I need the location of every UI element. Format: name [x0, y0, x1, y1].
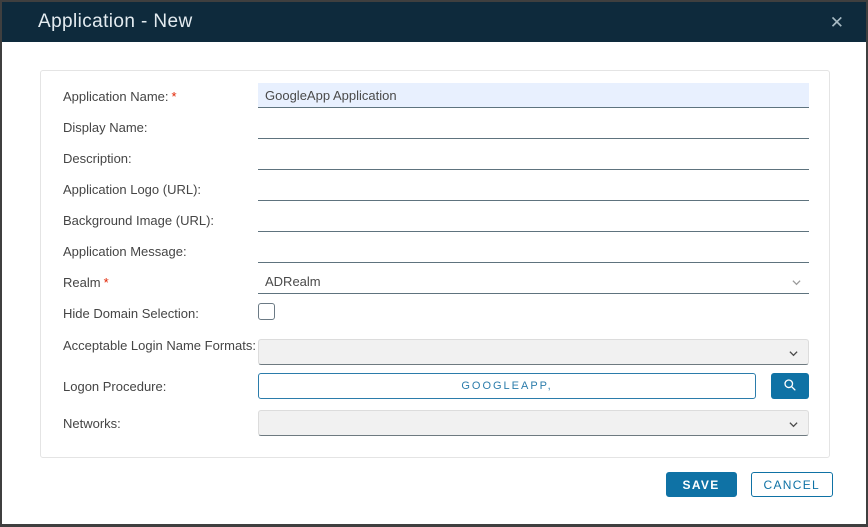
form-row-realm: Realm* ADRealm	[63, 269, 809, 294]
chevron-down-icon	[792, 278, 801, 287]
form-row-application-logo: Application Logo (URL):	[63, 176, 809, 201]
cancel-button[interactable]: CANCEL	[751, 472, 833, 497]
form-row-hide-domain: Hide Domain Selection:	[63, 300, 809, 325]
required-marker: *	[172, 89, 177, 104]
application-new-dialog: Application - New ✕ Application Name:* D…	[0, 0, 868, 527]
networks-select[interactable]	[258, 410, 809, 436]
close-icon[interactable]: ✕	[830, 14, 844, 31]
login-formats-select[interactable]	[258, 339, 809, 365]
search-icon	[783, 378, 797, 395]
dialog-body: Application Name:* Display Name: Descrip…	[2, 42, 866, 452]
realm-select[interactable]: ADRealm	[258, 269, 809, 294]
description-label: Description:	[63, 145, 258, 167]
display-name-label: Display Name:	[63, 114, 258, 136]
chevron-down-icon	[789, 420, 798, 429]
description-input[interactable]	[258, 145, 809, 170]
application-name-label: Application Name:*	[63, 83, 258, 105]
form-row-login-formats: Acceptable Login Name Formats:	[63, 336, 809, 365]
form-row-application-name: Application Name:*	[63, 83, 809, 108]
networks-label: Networks:	[63, 410, 258, 432]
form-row-application-message: Application Message:	[63, 238, 809, 263]
realm-selected-value: ADRealm	[265, 274, 321, 289]
form-row-display-name: Display Name:	[63, 114, 809, 139]
required-marker: *	[104, 275, 109, 290]
logon-procedure-label: Logon Procedure:	[63, 373, 258, 395]
form-row-logon-procedure: Logon Procedure:	[63, 373, 809, 399]
application-message-label: Application Message:	[63, 238, 258, 260]
realm-label: Realm*	[63, 269, 258, 291]
label-text: Application Name:	[63, 89, 169, 104]
application-logo-label: Application Logo (URL):	[63, 176, 258, 198]
dialog-title: Application - New	[38, 11, 193, 33]
application-logo-input[interactable]	[258, 176, 809, 201]
login-formats-label: Acceptable Login Name Formats:	[63, 336, 258, 354]
display-name-input[interactable]	[258, 114, 809, 139]
application-form-panel: Application Name:* Display Name: Descrip…	[40, 70, 830, 458]
form-row-networks: Networks:	[63, 410, 809, 436]
application-name-input[interactable]	[258, 83, 809, 108]
dialog-footer: SAVE CANCEL	[2, 452, 866, 524]
logon-procedure-search-button[interactable]	[771, 373, 809, 399]
chevron-down-icon	[789, 349, 798, 358]
dialog-titlebar: Application - New ✕	[2, 2, 866, 42]
form-row-background-image: Background Image (URL):	[63, 207, 809, 232]
logon-procedure-input[interactable]	[258, 373, 756, 399]
hide-domain-checkbox[interactable]	[258, 303, 275, 320]
label-text: Realm	[63, 275, 101, 290]
save-button[interactable]: SAVE	[666, 472, 737, 497]
form-row-description: Description:	[63, 145, 809, 170]
background-image-input[interactable]	[258, 207, 809, 232]
application-message-input[interactable]	[258, 238, 809, 263]
background-image-label: Background Image (URL):	[63, 207, 258, 229]
hide-domain-label: Hide Domain Selection:	[63, 300, 258, 322]
